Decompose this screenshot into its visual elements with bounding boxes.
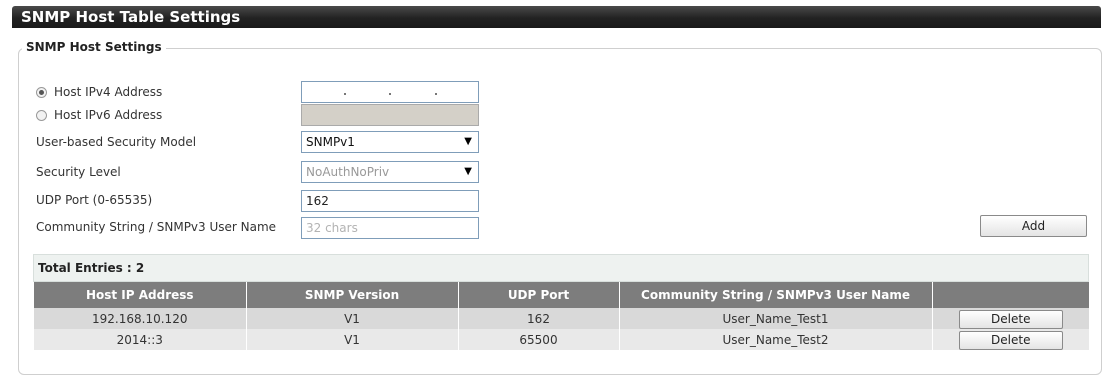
community-label: Community String / SNMPv3 User Name [36,220,277,234]
dropdown-arrow-icon: ▼ [464,166,472,177]
udp-port-input[interactable]: 162 [301,190,479,212]
usm-label: User-based Security Model [36,135,197,149]
cell-action: Delete [931,329,1089,350]
community-input[interactable]: 32 chars [301,217,479,239]
ipv4-label: Host IPv4 Address [54,85,163,99]
cell-udp-port: 65500 [457,329,619,350]
add-button[interactable]: Add [980,215,1087,237]
table-row: 192.168.10.120 V1 162 User_Name_Test1 De… [34,308,1089,329]
ipv4-address-input[interactable] [301,81,479,103]
cell-community: User_Name_Test2 [618,329,932,350]
total-entries-panel: Total Entries : 2 [33,254,1089,282]
page-title: SNMP Host Table Settings [21,8,241,26]
total-entries: Total Entries : 2 [38,261,145,275]
security-level-select[interactable]: NoAuthNoPriv ▼ [301,161,479,183]
ipv6-address-input[interactable] [301,104,479,126]
delete-button[interactable]: Delete [958,309,1063,329]
header-community: Community String / SNMPv3 User Name [618,282,932,308]
ipv4-radio[interactable] [36,87,47,98]
ipv6-label: Host IPv6 Address [54,108,163,122]
security-level-value: NoAuthNoPriv [306,165,390,179]
cell-host-ip: 192.168.10.120 [34,308,246,329]
snmp-host-table: Host IP Address SNMP Version UDP Port Co… [34,282,1089,350]
security-level-label: Security Level [36,165,121,179]
header-snmp-version: SNMP Version [245,282,458,308]
header-host-ip: Host IP Address [34,282,246,308]
cell-snmp-version: V1 [245,329,458,350]
cell-action: Delete [931,308,1089,329]
table-row: 2014::3 V1 65500 User_Name_Test2 Delete [34,329,1089,350]
header-udp-port: UDP Port [457,282,619,308]
usm-select[interactable]: SNMPv1 ▼ [301,131,479,153]
ipv6-radio[interactable] [36,110,47,121]
udp-port-label: UDP Port (0-65535) [36,193,153,207]
cell-udp-port: 162 [457,308,619,329]
dropdown-arrow-icon: ▼ [464,136,472,147]
settings-legend: SNMP Host Settings [22,40,166,54]
cell-host-ip: 2014::3 [34,329,246,350]
usm-select-value: SNMPv1 [306,135,355,149]
delete-button[interactable]: Delete [958,330,1063,350]
page-header: SNMP Host Table Settings [12,6,1101,28]
header-action [931,282,1089,308]
cell-snmp-version: V1 [245,308,458,329]
cell-community: User_Name_Test1 [618,308,932,329]
